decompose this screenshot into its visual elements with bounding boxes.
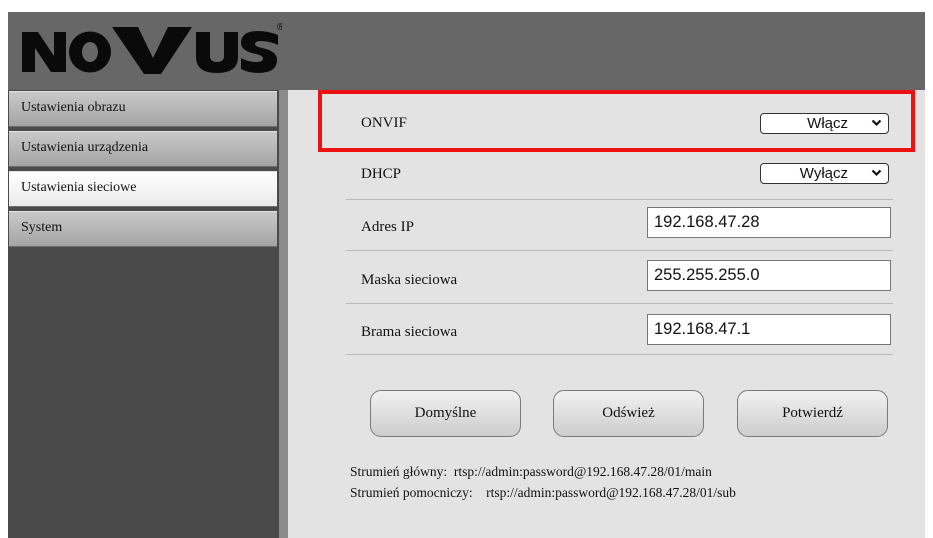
dhcp-label: DHCP	[361, 166, 402, 182]
onvif-highlight-box	[318, 90, 915, 152]
confirm-button[interactable]: Potwierdź	[737, 390, 888, 437]
registered-mark: ®	[277, 22, 282, 33]
sub-stream-label: Strumień pomocniczy:	[350, 485, 473, 500]
ip-address-label: Adres IP	[361, 219, 414, 235]
sidebar-item-label: Ustawienia urządzenia	[21, 140, 149, 155]
ip-address-field[interactable]	[647, 207, 891, 238]
sidebar-item-device-settings[interactable]: Ustawienia urządzenia	[9, 131, 277, 167]
default-button[interactable]: Domyślne	[370, 390, 521, 437]
header: ®	[8, 12, 925, 90]
gateway-row: Brama sieciowa	[346, 304, 893, 355]
main-stream-line: Strumień główny: rtsp://admin:password@1…	[350, 461, 736, 482]
sidebar-item-label: Ustawienia obrazu	[21, 100, 126, 115]
sidebar-item-system[interactable]: System	[9, 211, 277, 247]
network-settings-panel: ONVIF Włącz DHCP Wyłącz Adres IP Maska s…	[288, 90, 925, 538]
gateway-field[interactable]	[647, 314, 891, 345]
gateway-label: Brama sieciowa	[361, 324, 458, 340]
ip-address-row: Adres IP	[346, 200, 893, 251]
sidebar-item-label: Ustawienia sieciowe	[21, 180, 137, 195]
netmask-field[interactable]	[647, 260, 891, 291]
sub-stream-url: rtsp://admin:password@192.168.47.28/01/s…	[486, 485, 736, 500]
netmask-row: Maska sieciowa	[346, 253, 893, 304]
sidebar: Ustawienia obrazu Ustawienia urządzenia …	[8, 90, 279, 538]
dhcp-select-value: Wyłącz	[799, 165, 848, 182]
sidebar-item-label: System	[21, 220, 63, 235]
refresh-button[interactable]: Odśwież	[553, 390, 704, 437]
sidebar-divider	[279, 90, 288, 538]
netmask-label: Maska sieciowa	[361, 272, 458, 288]
dhcp-select[interactable]: Wyłącz	[760, 163, 889, 184]
chevron-down-icon	[871, 169, 882, 177]
main-stream-url: rtsp://admin:password@192.168.47.28/01/m…	[453, 464, 712, 479]
sub-stream-line: Strumień pomocniczy: rtsp://admin:passwo…	[350, 482, 736, 503]
novus-logo: ®	[20, 20, 285, 80]
main-stream-label: Strumień główny:	[350, 464, 448, 479]
sidebar-item-image-settings[interactable]: Ustawienia obrazu	[9, 91, 277, 127]
dhcp-row: DHCP Wyłącz	[346, 149, 893, 200]
sidebar-item-network-settings[interactable]: Ustawienia sieciowe	[9, 171, 277, 207]
stream-info: Strumień główny: rtsp://admin:password@1…	[350, 461, 736, 503]
